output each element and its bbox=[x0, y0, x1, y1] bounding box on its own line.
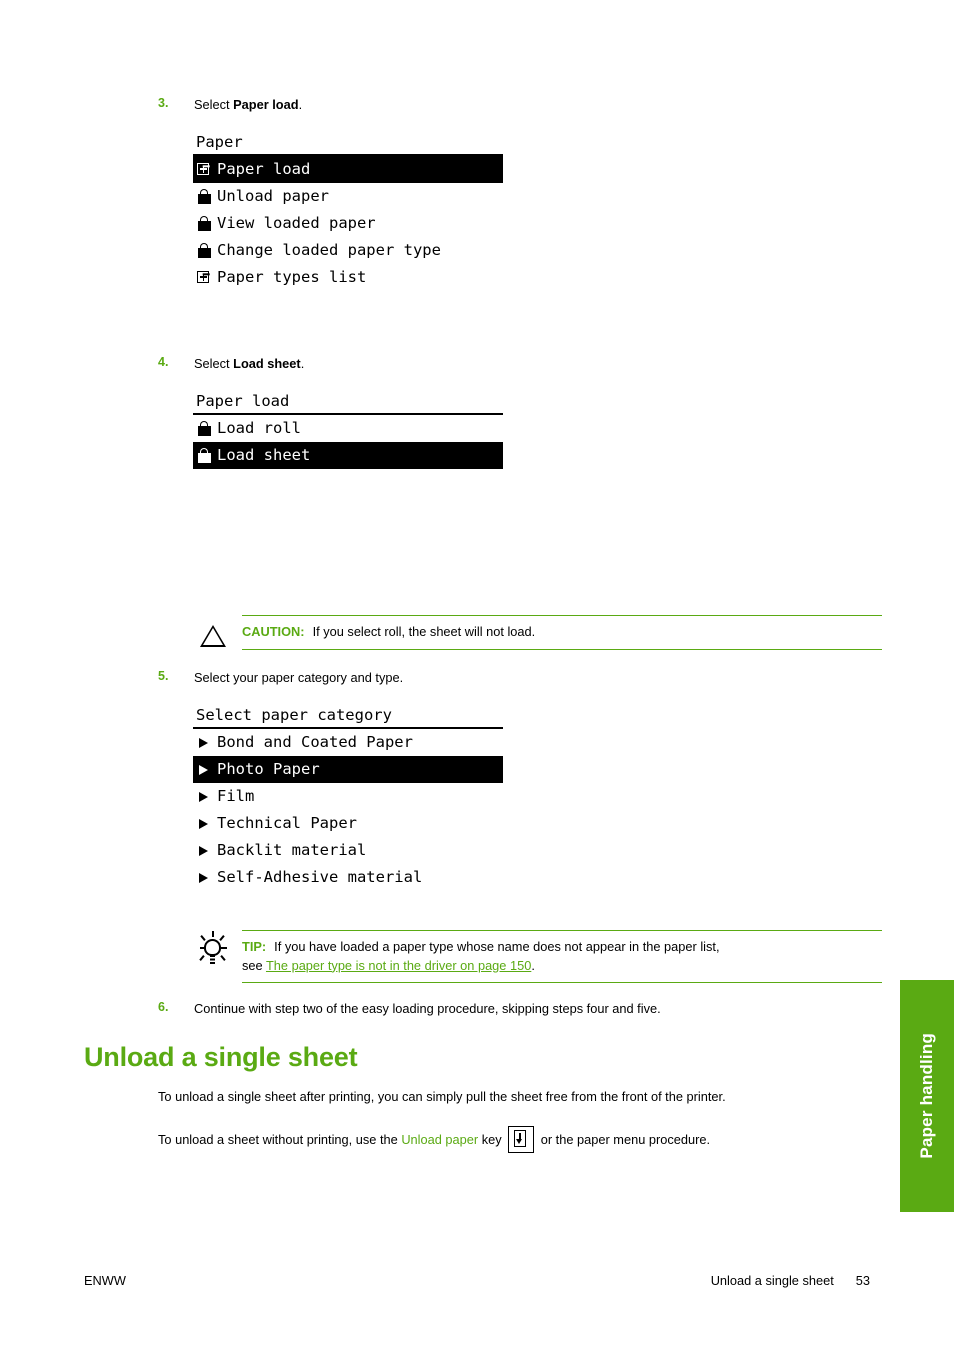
step-text: Select Paper load. bbox=[194, 96, 302, 113]
tip-cross-reference-link[interactable]: The paper type is not in the driver on p… bbox=[266, 958, 531, 973]
caution-note: CAUTION: If you select roll, the sheet wi… bbox=[196, 615, 882, 659]
triangle-right-icon bbox=[196, 788, 213, 805]
step-5: 5. Select your paper category and type. bbox=[158, 669, 858, 686]
lcd-menu-title: Select paper category bbox=[196, 706, 392, 724]
lcd-item-technical-paper[interactable]: Technical Paper bbox=[193, 810, 503, 837]
plus-box-icon bbox=[196, 269, 213, 286]
lcd-item-view-loaded-paper[interactable]: View loaded paper bbox=[193, 210, 503, 237]
step-text-after: . bbox=[298, 97, 303, 112]
lcd-item-label: Backlit material bbox=[217, 841, 367, 859]
step-number: 6. bbox=[158, 1000, 169, 1014]
padlock-icon bbox=[196, 188, 213, 205]
tip-keyword: TIP: bbox=[242, 939, 267, 954]
paragraph-text-after: or the paper menu procedure. bbox=[537, 1132, 711, 1147]
lcd-menu-title: Paper bbox=[196, 133, 243, 151]
lcd-item-label: Photo Paper bbox=[217, 760, 320, 778]
tip-text-end: . bbox=[531, 957, 535, 973]
step-text-before: Select bbox=[194, 97, 234, 112]
lcd-item-label: Technical Paper bbox=[217, 814, 357, 832]
step-text-before: Select bbox=[194, 356, 234, 371]
paragraph-text-mid: key bbox=[478, 1132, 506, 1147]
lcd-item-self-adhesive-material[interactable]: Self-Adhesive material bbox=[193, 864, 503, 891]
step-text-after: . bbox=[300, 356, 305, 371]
unload-paper-key-label: Unload paper bbox=[401, 1132, 479, 1147]
triangle-right-icon bbox=[196, 815, 213, 832]
lcd-menu-select-paper-category: Select paper category Bond and Coated Pa… bbox=[193, 705, 503, 891]
step-text-bold: Load sheet bbox=[233, 356, 301, 371]
caution-text: If you select roll, the sheet will not l… bbox=[312, 624, 536, 639]
lcd-item-label: Bond and Coated Paper bbox=[217, 733, 413, 751]
unload-paper-key-icon[interactable] bbox=[508, 1126, 535, 1153]
step-number: 4. bbox=[158, 355, 169, 369]
page-title: Unload a single sheet bbox=[84, 1042, 358, 1072]
triangle-right-icon bbox=[196, 869, 213, 886]
lcd-item-label: Film bbox=[217, 787, 255, 805]
lightbulb-icon bbox=[196, 930, 242, 974]
lcd-item-paper-types-list[interactable]: Paper types list bbox=[193, 264, 503, 291]
paragraph-unload-key: To unload a sheet without printing, use … bbox=[158, 1126, 888, 1153]
triangle-right-icon bbox=[196, 842, 213, 859]
lcd-menu-paper: Paper Paper load Unload paper View loade… bbox=[193, 132, 503, 291]
step-number: 3. bbox=[158, 96, 169, 110]
paragraph-pull-sheet: To unload a single sheet after printing,… bbox=[158, 1089, 726, 1104]
step-6: 6. Continue with step two of the easy lo… bbox=[158, 1000, 918, 1017]
step-number: 5. bbox=[158, 669, 169, 683]
side-tab-label: Paper handling bbox=[917, 1033, 936, 1159]
lcd-item-load-sheet[interactable]: Load sheet bbox=[193, 442, 503, 469]
triangle-right-icon bbox=[196, 761, 213, 778]
lcd-item-film[interactable]: Film bbox=[193, 783, 503, 810]
padlock-icon bbox=[196, 447, 213, 464]
lcd-menu-title: Paper load bbox=[196, 392, 290, 410]
lcd-item-backlit-material[interactable]: Backlit material bbox=[193, 837, 503, 864]
tip-text-line1: If you have loaded a paper type whose na… bbox=[274, 939, 720, 954]
padlock-icon bbox=[196, 242, 213, 259]
tip-body: TIP: If you have loaded a paper type whos… bbox=[242, 930, 882, 984]
tip-note: TIP: If you have loaded a paper type whos… bbox=[196, 930, 882, 984]
plus-box-icon bbox=[196, 161, 213, 178]
lcd-menu-paper-load: Paper load Load roll Load sheet bbox=[193, 391, 503, 469]
padlock-icon bbox=[196, 420, 213, 437]
footer-enww: ENWW bbox=[84, 1273, 126, 1288]
lcd-item-change-loaded-paper-type[interactable]: Change loaded paper type bbox=[193, 237, 503, 264]
lcd-item-label: Load sheet bbox=[217, 446, 311, 464]
lcd-item-unload-paper[interactable]: Unload paper bbox=[193, 183, 503, 210]
lcd-item-bond-and-coated-paper[interactable]: Bond and Coated Paper bbox=[193, 729, 503, 756]
lcd-item-load-roll[interactable]: Load roll bbox=[193, 415, 503, 442]
warning-triangle-icon bbox=[196, 615, 242, 659]
triangle-right-icon bbox=[196, 734, 213, 751]
caution-body: CAUTION: If you select roll, the sheet wi… bbox=[242, 615, 882, 650]
side-tab-paper-handling: Paper handling bbox=[900, 980, 954, 1212]
padlock-icon bbox=[196, 215, 213, 232]
footer-section-and-page: Unload a single sheet 53 bbox=[711, 1273, 870, 1350]
lcd-item-paper-load[interactable]: Paper load bbox=[193, 156, 503, 183]
lcd-item-label: Unload paper bbox=[217, 187, 329, 205]
step-3: 3. Select Paper load. bbox=[158, 96, 858, 113]
lcd-item-label: Load roll bbox=[217, 419, 301, 437]
step-text-bold: Paper load bbox=[233, 97, 299, 112]
caution-keyword: CAUTION: bbox=[242, 624, 305, 639]
footer-page-number: 53 bbox=[855, 1273, 870, 1288]
lcd-item-photo-paper[interactable]: Photo Paper bbox=[193, 756, 503, 783]
lcd-item-label: View loaded paper bbox=[217, 214, 376, 232]
step-4: 4. Select Load sheet. bbox=[158, 355, 858, 372]
lcd-item-label: Change loaded paper type bbox=[217, 241, 441, 259]
lcd-item-label: Self-Adhesive material bbox=[217, 868, 423, 886]
step-text: Continue with step two of the easy loadi… bbox=[194, 1001, 661, 1016]
tip-text-see: see bbox=[242, 957, 266, 973]
document-page: 3. Select Paper load. Paper Paper load U… bbox=[0, 0, 954, 1350]
lcd-item-label: Paper types list bbox=[217, 268, 367, 286]
paragraph-text-before: To unload a sheet without printing, use … bbox=[158, 1132, 402, 1147]
step-text: Select your paper category and type. bbox=[194, 670, 404, 685]
footer-section-title: Unload a single sheet bbox=[710, 1273, 834, 1288]
lcd-item-label: Paper load bbox=[217, 160, 311, 178]
step-text: Select Load sheet. bbox=[194, 355, 304, 372]
